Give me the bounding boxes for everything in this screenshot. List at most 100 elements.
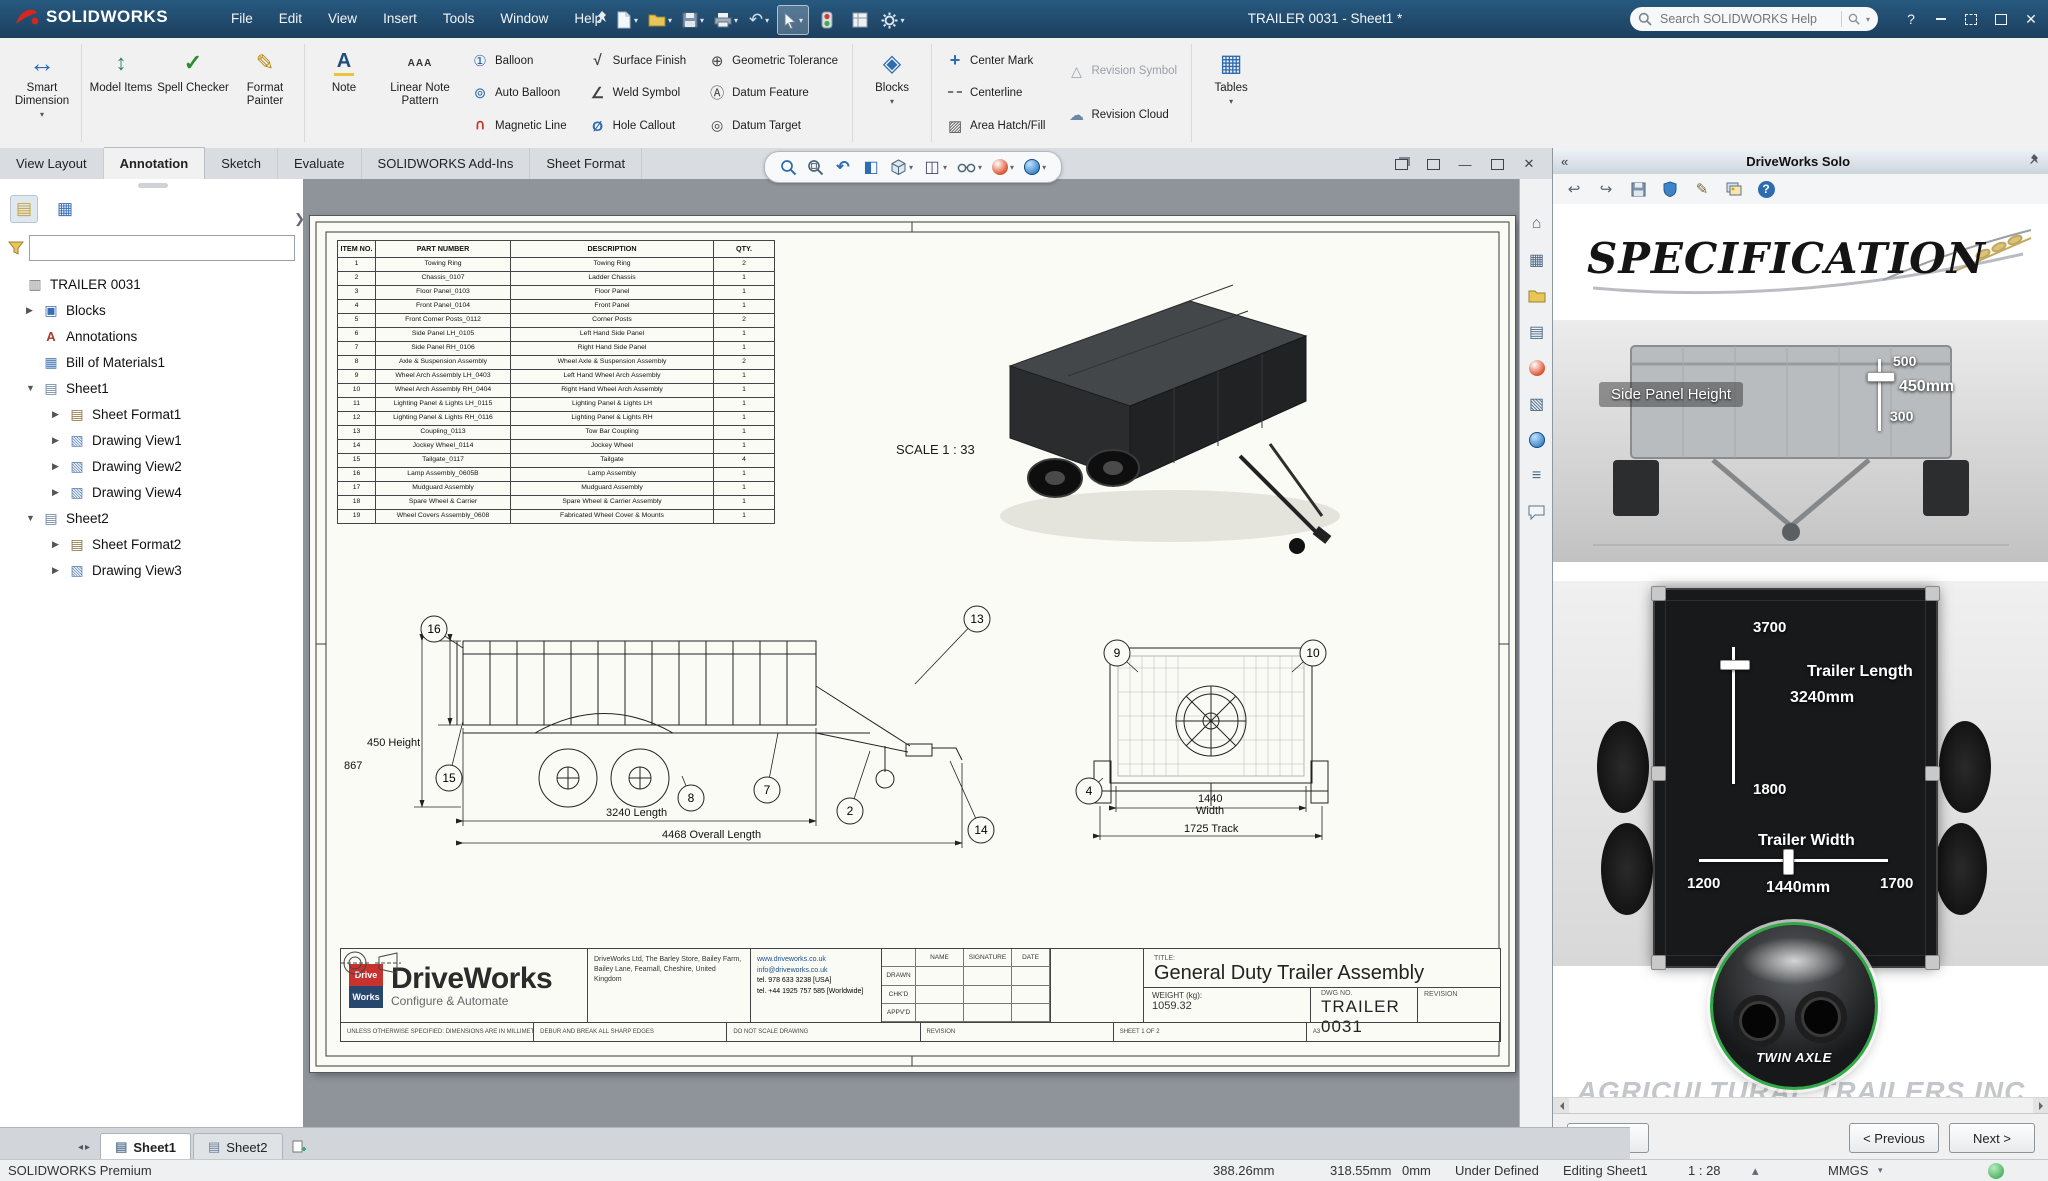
tree-item[interactable]: Drawing View3 [0, 557, 303, 583]
tree-expand-arrow[interactable] [52, 435, 62, 446]
document-minimize-button[interactable]: — [1452, 152, 1478, 176]
bom-row[interactable]: 12Lighting Panel & Lights RH_0116 Lighti… [338, 412, 775, 426]
weld-symbol-button[interactable]: Weld Symbol [584, 81, 692, 105]
home-icon[interactable] [1526, 213, 1548, 235]
note-button[interactable]: Note [308, 38, 380, 148]
balloon-9[interactable]: 9 [1104, 640, 1130, 666]
tree-expand-arrow[interactable] [52, 539, 62, 550]
balloon-13[interactable]: 13 [964, 606, 990, 632]
edit-pencil-icon[interactable] [1691, 178, 1713, 200]
center-mark-button[interactable]: Center Mark [941, 49, 1050, 73]
minimize-button[interactable] [1926, 0, 1956, 38]
tree-item[interactable]: Drawing View2 [0, 453, 303, 479]
window-cascade-icon[interactable] [1388, 152, 1414, 176]
bom-row[interactable]: 15Tailgate_0117 Tailgate4 [338, 454, 775, 468]
tree-item[interactable]: Sheet Format1 [0, 401, 303, 427]
drawing-view-isometric[interactable] [1000, 285, 1340, 554]
side-panel-slider-handle[interactable] [1867, 372, 1895, 382]
back-icon[interactable] [1563, 178, 1585, 200]
tree-filter-input[interactable] [29, 235, 295, 261]
sheet-tab[interactable]: Sheet2 [193, 1133, 283, 1160]
previous-view-button[interactable] [831, 156, 855, 178]
tree-item[interactable]: Sheet1 [0, 375, 303, 401]
command-tab[interactable]: View Layout [0, 148, 104, 179]
balloon-10[interactable]: 10 [1300, 640, 1326, 666]
view-orientation-button[interactable]: ▾ [887, 157, 916, 178]
security-shield-icon[interactable] [1659, 178, 1681, 200]
drawing-view-side[interactable] [457, 641, 962, 807]
dimension-track[interactable]: 1725 Track [1184, 823, 1239, 835]
panel-pin-icon[interactable] [2020, 153, 2048, 170]
tree-expand-arrow[interactable] [26, 305, 36, 316]
balloon-14[interactable]: 14 [968, 817, 994, 843]
select-tool-button[interactable]: ▾ [777, 5, 809, 35]
tree-expand-arrow[interactable] [26, 383, 36, 393]
surface-finish-button[interactable]: Surface Finish [584, 49, 692, 73]
maximize-button[interactable] [1986, 0, 2016, 38]
balloon-2[interactable]: 2 [837, 798, 863, 824]
window-tile-icon[interactable] [1420, 152, 1446, 176]
section-view-button[interactable] [859, 156, 883, 178]
options-button[interactable]: ▾ [878, 6, 908, 34]
model-items-button[interactable]: Model Items [85, 38, 157, 148]
comments-icon[interactable] [1526, 501, 1548, 523]
driveworks-horizontal-scrollbar[interactable] [1553, 1097, 2048, 1114]
hide-show-items-button[interactable]: ▾ [954, 158, 985, 176]
tree-expand-arrow[interactable] [52, 487, 62, 498]
command-tab[interactable]: SOLIDWORKS Add-Ins [362, 148, 531, 179]
bom-row[interactable]: 17Mudguard Assembly Mudguard Assembly1 [338, 482, 775, 496]
help-search-box[interactable]: ▾ [1630, 7, 1878, 31]
bill-of-materials-table[interactable]: ITEM NO.PART NUMBERDESCRIPTIONQTY. 1Towi… [337, 240, 775, 524]
bom-row[interactable]: 16Lamp Assembly_0605B Lamp Assembly1 [338, 468, 775, 482]
length-slider-handle[interactable] [1720, 660, 1750, 670]
feature-tree-tab[interactable] [10, 195, 38, 223]
sheet-tab[interactable]: Sheet1 [100, 1133, 191, 1160]
dimension-length[interactable]: 3240 Length [606, 807, 667, 819]
dimension-width-label[interactable]: Width [1196, 805, 1224, 817]
bom-row[interactable]: 2Chassis_0107 Ladder Chassis1 [338, 272, 775, 286]
layout-button[interactable] [1956, 0, 1986, 38]
next-button[interactable]: Next > [1949, 1123, 2035, 1153]
help-button[interactable]: ? [1896, 0, 1926, 38]
forward-icon[interactable] [1595, 178, 1617, 200]
menu-item[interactable]: Insert [370, 0, 430, 38]
side-panel-slider-track[interactable] [1878, 359, 1881, 431]
width-slider-handle[interactable] [1783, 849, 1794, 875]
zoom-fit-button[interactable] [777, 157, 800, 178]
scale-dropdown-caret[interactable]: ▴ [1752, 1160, 1759, 1181]
menu-item[interactable]: Tools [430, 0, 488, 38]
pin-toolbar-icon[interactable] [594, 10, 610, 33]
tree-expand-arrow[interactable] [26, 513, 36, 523]
area-hatch-button[interactable]: Area Hatch/Fill [941, 114, 1050, 138]
tree-expand-arrow[interactable] [52, 565, 62, 576]
balloon-7[interactable]: 7 [754, 777, 780, 803]
search-scope-icon[interactable] [1848, 13, 1860, 25]
undo-button[interactable]: ↶▾ [744, 6, 774, 34]
centerline-button[interactable]: Centerline [941, 81, 1050, 105]
blocks-button[interactable]: Blocks ▾ [856, 38, 928, 148]
datum-feature-button[interactable]: Datum Feature [703, 81, 843, 105]
driveworks-taskpane-icon[interactable] [1526, 429, 1548, 451]
magnetic-line-button[interactable]: Magnetic Line [466, 114, 572, 138]
dimension-867[interactable]: 867 [344, 760, 362, 772]
tree-expand-arrow[interactable] [52, 461, 62, 472]
balloon-button[interactable]: Balloon [466, 49, 572, 73]
tree-item[interactable]: Sheet Format2 [0, 531, 303, 557]
hole-callout-button[interactable]: Hole Callout [584, 114, 692, 138]
balloon-8[interactable]: 8 [678, 785, 704, 811]
drawing-sheet[interactable]: SCALE 1 : 33 [310, 216, 1515, 1072]
menu-item[interactable]: Edit [266, 0, 315, 38]
save-button[interactable]: ▾ [678, 6, 708, 34]
tree-item[interactable]: Annotations [0, 323, 303, 349]
design-library-icon[interactable] [1526, 249, 1548, 271]
search-dropdown-caret[interactable]: ▾ [1866, 15, 1870, 24]
side-view-dimensions[interactable] [414, 641, 962, 848]
tree-item[interactable]: Drawing View4 [0, 479, 303, 505]
scroll-right-button[interactable] [2033, 1098, 2048, 1113]
add-sheet-button[interactable] [285, 1134, 313, 1160]
bom-row[interactable]: 11Lighting Panel & Lights LH_0115 Lighti… [338, 398, 775, 412]
bom-row[interactable]: 1Towing Ring Towing Ring2 [338, 258, 775, 272]
dimension-height[interactable]: 450 Height [367, 737, 420, 749]
display-manager-tab[interactable] [52, 196, 78, 222]
scenes-icon[interactable] [1526, 393, 1548, 415]
